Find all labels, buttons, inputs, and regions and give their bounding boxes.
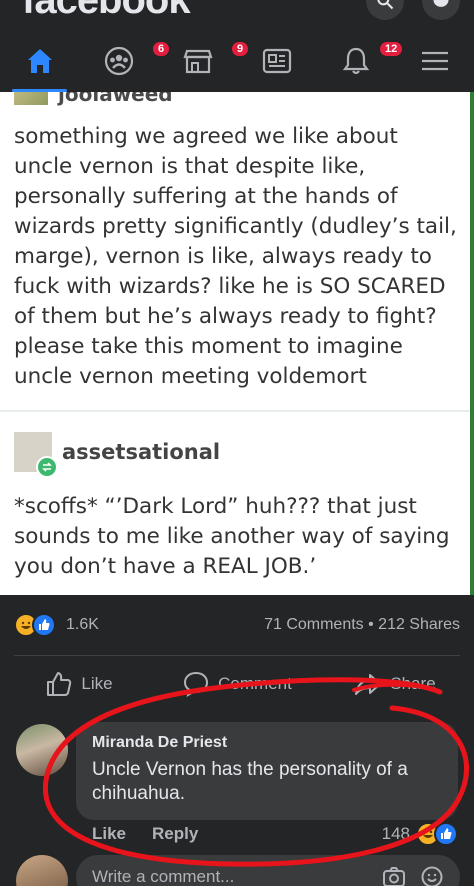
search-button[interactable] [366,0,404,20]
thumbs-up-icon [47,672,72,696]
avatar [16,855,68,886]
image-edge [470,92,474,595]
reaction-count[interactable]: 1.6K [66,616,99,634]
app-header: facebook 6 9 12 [0,0,474,92]
camera-icon[interactable] [382,865,406,886]
composer-icons [382,865,444,886]
groups-icon [104,46,133,76]
reaction-summary[interactable]: 1.6K 71 Comments • 212 Shares [0,595,474,655]
main-nav: 6 9 12 [0,30,474,92]
tumblr-post-text-2: *scoffs* “’Dark Lord” huh??? that just s… [14,494,450,579]
comment-reactions[interactable]: 148 [382,822,458,846]
comment-input-placeholder: Write a comment... [92,867,235,886]
comment-author[interactable]: Miranda De Priest [92,734,442,752]
share-icon [355,674,382,695]
tumblr-separator [0,410,474,412]
comment-input[interactable]: Write a comment... [76,855,460,886]
like-reaction-icon [32,613,56,637]
like-reaction-icon [434,822,458,846]
nav-groups[interactable]: 6 [79,30,172,92]
home-icon [27,49,52,73]
tumblr-username-2: assetsational [62,440,221,464]
comment-bubble[interactable]: Miranda De Priest Uncle Vernon has the p… [76,722,458,820]
tumblr-username-1: joolaweed [58,92,173,106]
comment-like-button[interactable]: Like [92,824,126,844]
reaction-icons [14,613,56,637]
tumblr-avatar-1 [14,92,48,105]
hamburger-icon [421,51,448,71]
avatar[interactable] [16,724,68,776]
messenger-button[interactable] [422,0,460,20]
share-button[interactable]: Share [316,670,474,698]
nav-notifications[interactable]: 12 [316,30,405,92]
tumblr-post-header-1: joolaweed [14,92,173,106]
comment-reaction-count: 148 [381,824,410,843]
header-actions [366,0,460,20]
emoji-icon[interactable] [420,865,444,886]
post-actions: Like Comment Share [0,656,474,712]
nav-menu[interactable] [395,30,474,92]
comment-label: Comment [218,674,292,693]
nav-news[interactable] [237,30,316,92]
comment-reply-button[interactable]: Reply [152,824,198,844]
marketplace-icon [182,49,213,74]
tumblr-post-text-1: something we agreed we like about uncle … [14,124,457,389]
tumblr-post-header-2: assetsational [14,432,221,478]
search-icon [377,0,394,10]
nav-home[interactable] [0,30,79,92]
news-icon [262,48,291,74]
messenger-icon [433,0,449,7]
comment-composer: Write a comment... [16,855,460,886]
share-label: Share [390,674,436,693]
tumblr-avatar-2 [14,432,58,478]
brand-logo: facebook [22,0,191,22]
comment-reaction-icons [416,822,458,846]
comments-shares-count[interactable]: 71 Comments • 212 Shares [264,616,460,634]
reblog-icon [36,456,58,478]
like-button[interactable]: Like [0,670,158,698]
bell-icon [342,47,369,75]
like-label: Like [81,674,113,693]
comment-icon [184,671,209,697]
comment-text: Uncle Vernon has the personality of a ch… [92,759,408,804]
comment-meta: Like Reply 148 [92,822,458,846]
comment-button[interactable]: Comment [158,670,316,698]
post-image[interactable]: joolaweed something we agreed we like ab… [0,92,474,595]
nav-marketplace[interactable]: 9 [158,30,251,92]
